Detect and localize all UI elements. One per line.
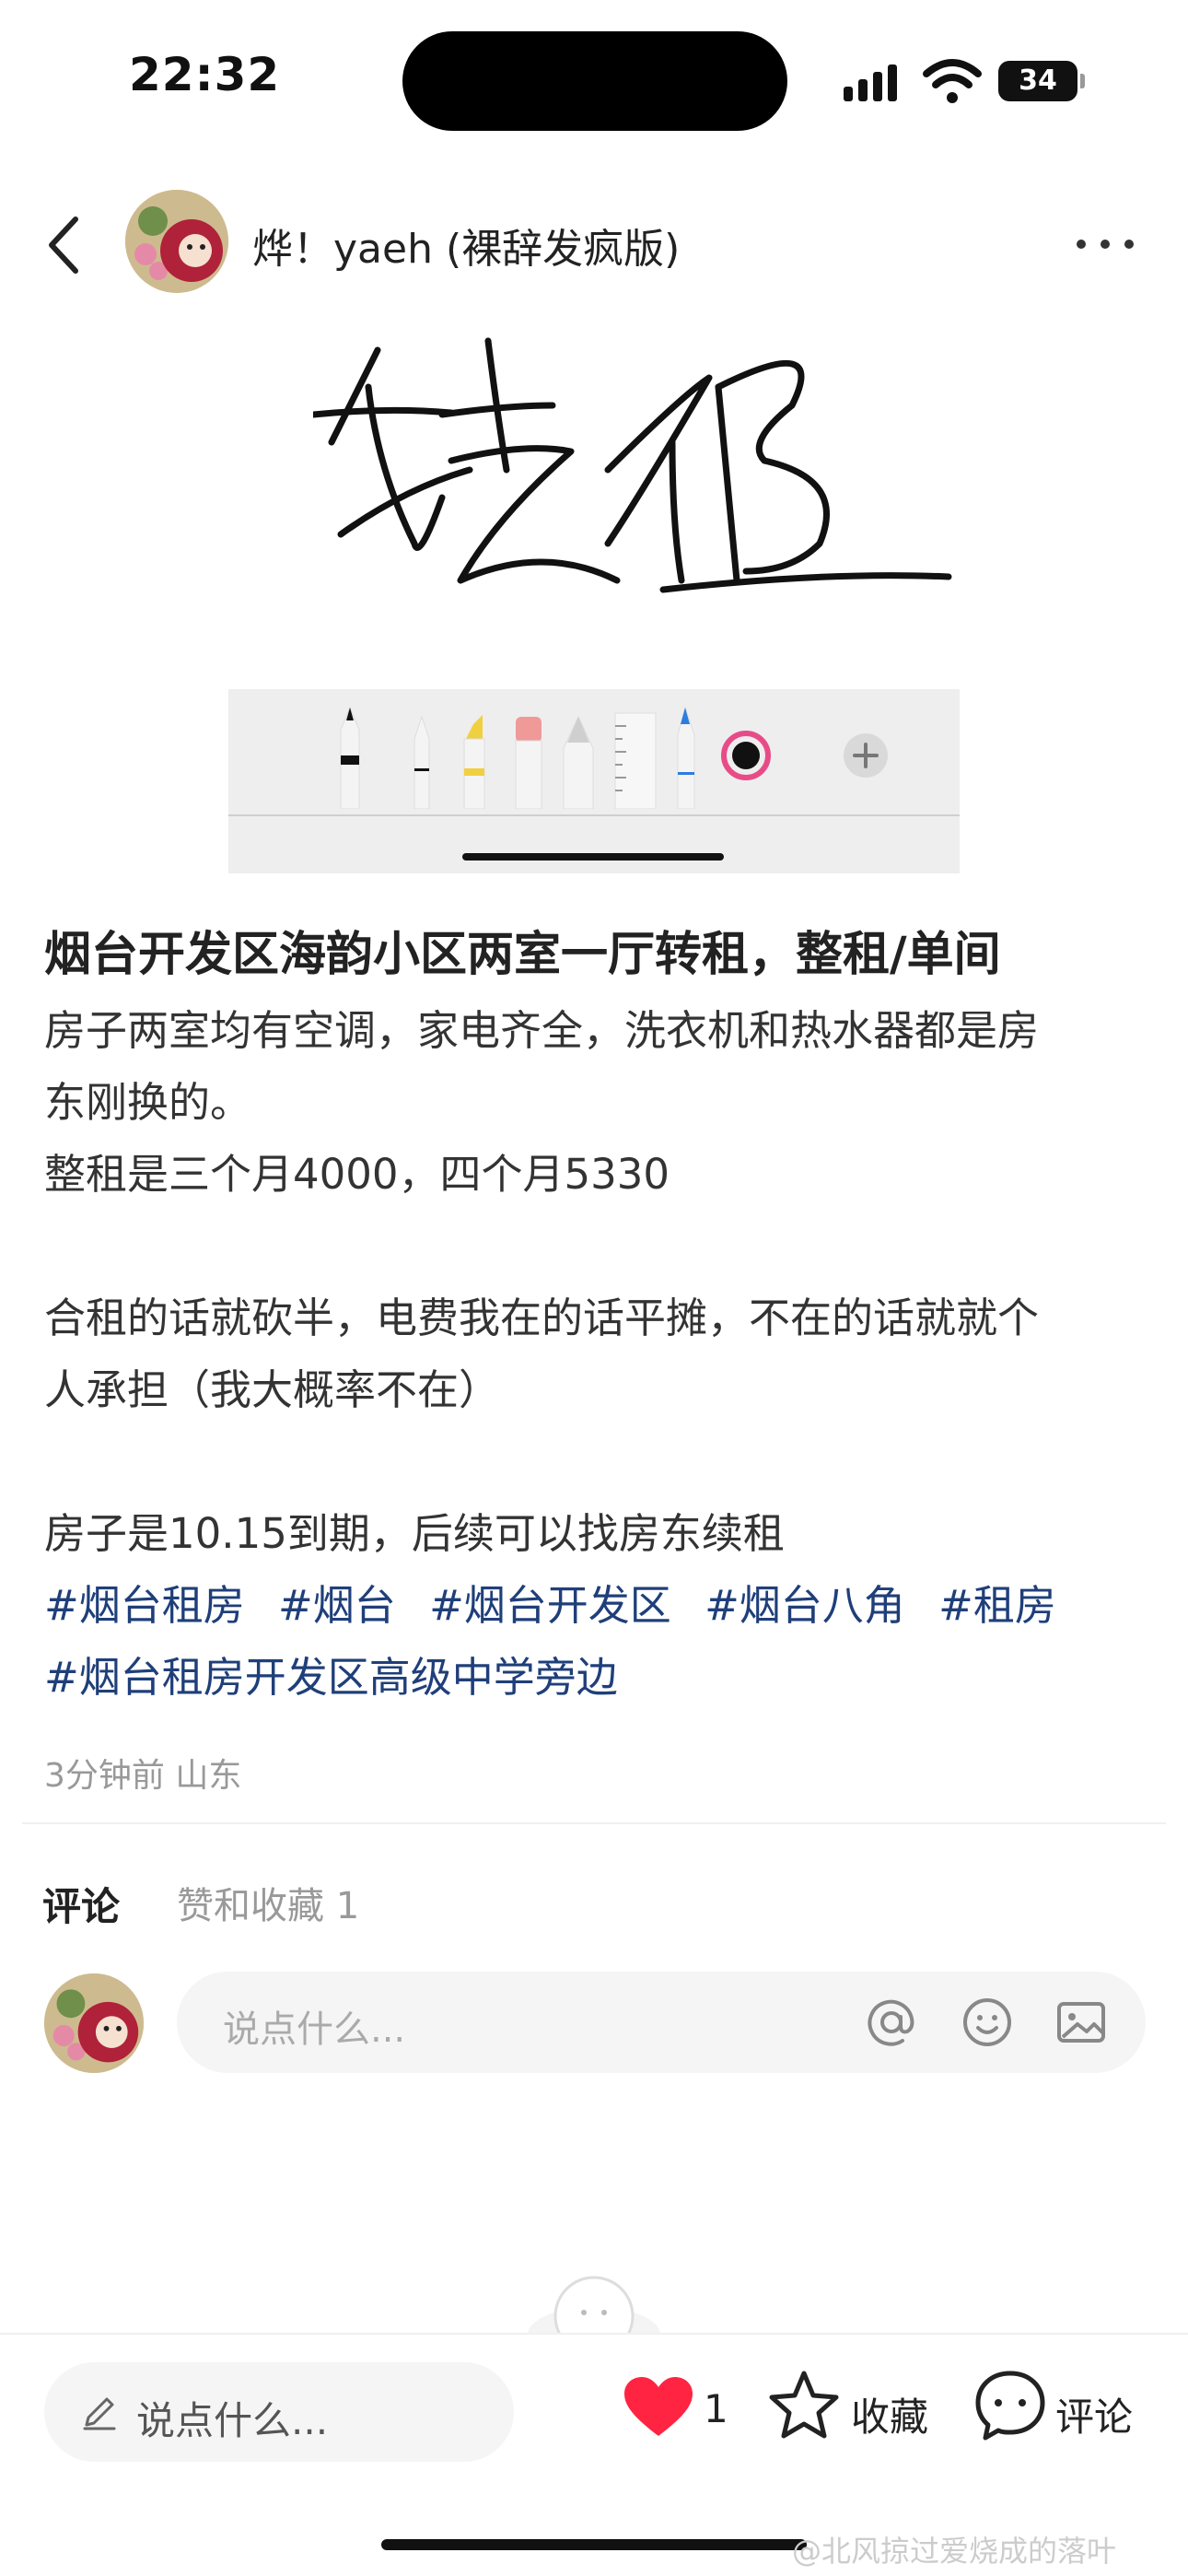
toolbar-home-indicator (462, 853, 724, 861)
author-avatar[interactable] (125, 190, 228, 293)
post-body-line: 整租是三个月4000，四个月5330 (44, 1150, 670, 1199)
home-indicator (381, 2539, 807, 2550)
hashtag[interactable]: #烟台租房开发区高级中学旁边 (44, 1653, 618, 1702)
comment-placeholder: 说点什么... (223, 2008, 406, 2051)
hashtag[interactable]: #烟台租房 (44, 1581, 245, 1630)
signal-icon (844, 64, 897, 101)
drawing-tools (340, 706, 771, 809)
tab-likes-favorites[interactable]: 赞和收藏 1 (177, 1876, 359, 1929)
post-body-line: 房子是10.15到期，后续可以找房东续租 (44, 1509, 785, 1558)
favorite-star-icon[interactable] (768, 2370, 840, 2440)
eraser-tool[interactable] (515, 717, 542, 809)
divider (22, 1822, 1166, 1824)
image-icon[interactable] (1055, 1996, 1107, 2048)
hashtag[interactable]: #烟台开发区 (429, 1581, 671, 1630)
bottom-bar-divider (0, 2333, 1188, 2335)
fineliner-tool[interactable] (413, 715, 430, 809)
bottom-comment-input[interactable]: 说点什么... (44, 2362, 514, 2462)
post-body-line: 东刚换的。 (44, 1078, 252, 1127)
dynamic-island (402, 31, 787, 131)
back-icon[interactable] (39, 208, 94, 282)
more-icon[interactable] (1068, 221, 1142, 267)
wifi-icon (923, 59, 982, 103)
comment-input[interactable]: 说点什么... (177, 1972, 1146, 2073)
color-picker-icon[interactable] (721, 731, 771, 780)
hashtag[interactable]: #烟台八角 (705, 1581, 905, 1630)
favorite-label[interactable]: 收藏 (851, 2386, 928, 2442)
status-time: 22:32 (129, 48, 281, 101)
post-meta: 3分钟前 山东 (44, 1757, 242, 1795)
post-body-line: 合租的话就砍半，电费我在的话平摊，不在的话就就个 (44, 1294, 1040, 1342)
bottom-input-placeholder: 说点什么... (136, 2398, 329, 2443)
comment-bubble-icon[interactable] (974, 2370, 1046, 2441)
post-body-line: 房子两室均有空调，家电齐全，洗衣机和热水器都是房 (44, 1006, 1040, 1055)
hashtag-row: #烟台租房开发区高级中学旁边 (44, 1642, 1149, 1714)
like-heart-icon[interactable] (623, 2375, 694, 2440)
battery-icon: 34 (998, 61, 1085, 101)
my-avatar (44, 1973, 144, 2073)
at-icon[interactable] (866, 1996, 917, 2048)
post-body-line (44, 1426, 1149, 1498)
post-body-line: 人承担（我大概率不在） (44, 1365, 501, 1414)
ruler-tool[interactable] (614, 712, 657, 809)
hashtag[interactable]: #租房 (938, 1581, 1056, 1630)
lasso-tool[interactable] (563, 715, 594, 809)
end-mascot-icon (528, 2276, 660, 2335)
drawing-toolbar (228, 689, 960, 873)
comment-label[interactable]: 评论 (1055, 2386, 1133, 2442)
emoji-icon[interactable] (961, 1996, 1013, 2048)
add-tool-icon[interactable] (840, 730, 891, 781)
post-body: 房子两室均有空调，家电齐全，洗衣机和热水器都是房 东刚换的。 整租是三个月400… (44, 995, 1149, 1714)
pencil-icon (83, 2397, 116, 2430)
post-body-line (44, 1211, 1149, 1282)
like-count: 1 (704, 2386, 728, 2431)
hashtag[interactable]: #烟台 (278, 1581, 396, 1630)
hashtag-row: #烟台租房 #烟台 #烟台开发区 #烟台八角 #租房 (44, 1570, 1149, 1642)
watermark: @北风掠过爱烧成的落叶 (792, 2534, 1117, 2569)
pen-tool[interactable] (340, 706, 360, 809)
handwritten-image (313, 337, 952, 593)
post-title: 烟台开发区海韵小区两室一厅转租，整租/单间 (44, 928, 1001, 982)
tab-comments[interactable]: 评论 (42, 1876, 120, 1932)
blue-pen-tool[interactable] (677, 706, 695, 809)
toolbar-divider (228, 814, 960, 816)
author-name[interactable]: 烨！yaeh (裸辞发疯版) (252, 216, 680, 275)
marker-tool[interactable] (463, 715, 485, 809)
